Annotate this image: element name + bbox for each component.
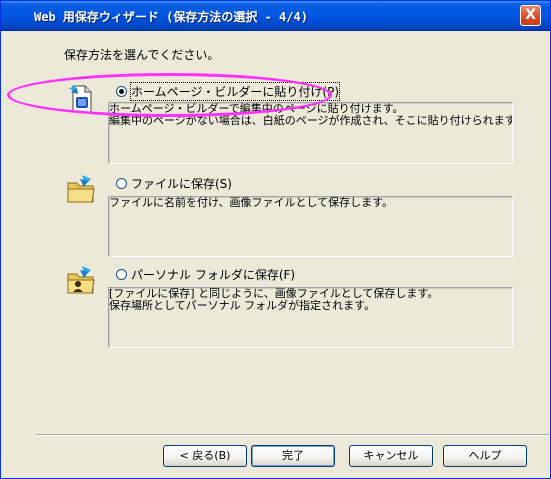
cancel-button[interactable]: キャンセル xyxy=(349,445,433,467)
description-line: 保存場所としてパーソナル フォルダが指定されます。 xyxy=(109,299,376,312)
instruction-text: 保存方法を選んでください。 xyxy=(64,48,220,62)
description-save-to-file: ファイルに名前を付け、画像ファイルとして保存します。 xyxy=(108,196,513,257)
close-button[interactable]: X xyxy=(520,5,541,26)
separator xyxy=(36,434,549,436)
help-button[interactable]: ヘルプ xyxy=(443,445,527,467)
radio-paste-to-builder[interactable] xyxy=(116,86,127,97)
window-title: Web 用保存ウィザード (保存方法の選択 - 4/4) xyxy=(34,10,308,24)
back-button[interactable]: < 戻る(B) xyxy=(163,445,247,467)
radio-label-save-to-personal-folder[interactable]: パーソナル フォルダに保存(F) xyxy=(131,266,295,283)
wizard-dialog: Web 用保存ウィザード (保存方法の選択 - 4/4) X 保存方法を選んでく… xyxy=(0,0,551,479)
radio-label-save-to-file[interactable]: ファイルに保存(S) xyxy=(131,175,232,192)
folder-save-icon xyxy=(65,173,97,205)
description-save-to-personal-folder: [ファイルに保存] と同じように、画像ファイルとして保存します。 保存場所として… xyxy=(108,287,513,348)
title-bar[interactable]: Web 用保存ウィザード (保存方法の選択 - 4/4) X xyxy=(1,1,550,31)
description-line: ファイルに名前を付け、画像ファイルとして保存します。 xyxy=(109,196,394,209)
personal-folder-icon xyxy=(65,264,97,296)
description-line: 編集中のページがない場合は、白紙のページが作成され、そこに貼り付けられます。 xyxy=(109,114,513,127)
description-paste-to-builder: ホームページ・ビルダーで編集中のページに貼り付けます。 編集中のページがない場合… xyxy=(108,102,513,164)
homepage-builder-page-icon xyxy=(65,83,97,115)
finish-button[interactable]: 完了 xyxy=(251,445,335,467)
radio-save-to-file[interactable] xyxy=(116,178,127,189)
radio-save-to-personal-folder[interactable] xyxy=(116,269,127,280)
radio-label-paste-to-builder[interactable]: ホームページ・ビルダーに貼り付け(P) xyxy=(129,82,341,101)
